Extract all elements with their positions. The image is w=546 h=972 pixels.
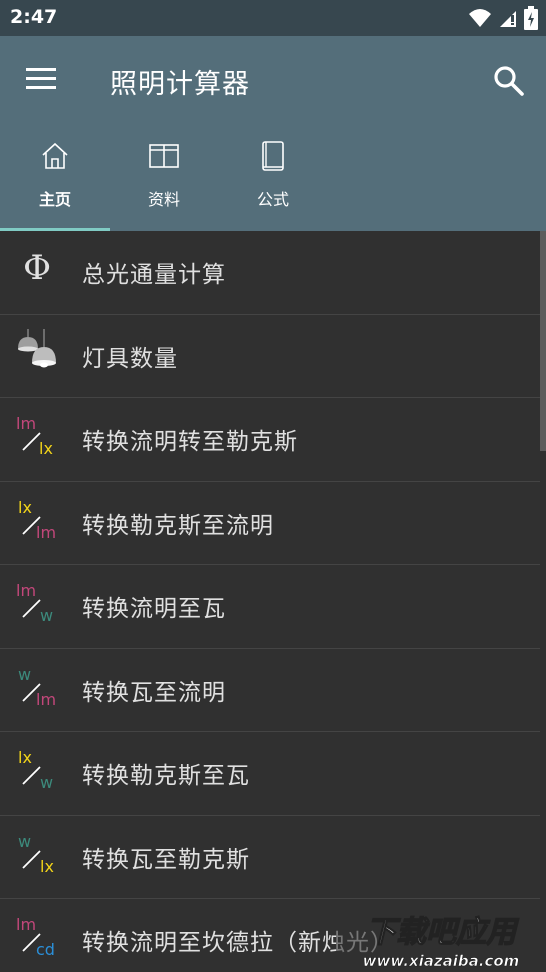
list-item-lx-to-lm[interactable]: lx lm 转换勒克斯至流明 [0,482,540,565]
search-icon[interactable] [492,64,526,98]
status-time: 2:47 [10,6,58,28]
list-item-label: 转换瓦至勒克斯 [82,846,250,873]
list-item-label: 总光通量计算 [82,262,226,289]
w-lm-icon: w lm [18,665,56,709]
lx-lm-icon: lx lm [18,498,56,542]
tab-formula-label: 公式 [256,190,289,209]
list-item-lm-to-lx[interactable]: lm lx 转换流明转至勒克斯 [0,398,540,482]
w-lx-icon: w lx [18,832,54,876]
svg-text:lx: lx [40,857,54,876]
tab-formula[interactable]: 公式 [218,130,328,231]
tab-data-label: 资料 [147,190,180,209]
table-icon [149,144,179,168]
svg-text:lm: lm [36,690,56,709]
status-icons [468,6,538,30]
tab-bar: 主页 资料 公式 [0,130,546,231]
list-item-fixture-count[interactable]: 灯具数量 [0,315,540,398]
list-item-label: 转换流明转至勒克斯 [82,429,298,456]
signal-icon [500,11,516,27]
svg-text:下载吧应用: 下载吧应用 [366,915,520,950]
list-item-label: 转换流明至瓦 [82,596,226,623]
lm-cd-icon: lm cd [16,915,55,959]
list-item-w-to-lx[interactable]: w lx 转换瓦至勒克斯 [0,816,540,899]
svg-text:lm: lm [16,915,36,934]
scrollbar[interactable] [540,231,546,451]
svg-text:lm: lm [16,414,36,433]
svg-text:w: w [40,606,53,625]
calculator-list: Φ 总光通量计算 灯具数量 lm lx 转换流明转至勒克斯 lx lm 转换勒克… [0,231,540,972]
status-bar: 2:47 [0,0,546,36]
svg-text:lm: lm [16,581,36,600]
watermark-logo: 下载吧应用 www.xiazaiba.com [336,910,546,972]
svg-text:lm: lm [36,523,56,542]
book-icon [262,141,284,171]
lx-w-icon: lx w [18,748,53,792]
phi-icon: Φ [23,248,51,288]
tab-home[interactable]: 主页 [0,130,110,231]
svg-text:lx: lx [39,439,53,458]
lamp-icon [18,328,56,367]
wifi-icon [469,9,491,27]
battery-icon [524,6,538,30]
tab-data[interactable]: 资料 [109,130,219,231]
app-title: 照明计算器 [110,69,250,100]
list-item-total-flux[interactable]: Φ 总光通量计算 [0,231,540,315]
tab-home-label: 主页 [38,190,71,209]
lm-w-icon: lm w [16,581,53,625]
svg-text:lx: lx [18,748,32,767]
list-item-w-to-lm[interactable]: w lm 转换瓦至流明 [0,649,540,732]
svg-text:w: w [18,665,31,684]
app-bar: 照明计算器 主页 资料 公式 [0,36,546,231]
svg-text:lx: lx [18,498,32,517]
list-item-label: 转换勒克斯至流明 [82,512,274,539]
lm-lx-icon: lm lx [16,414,53,458]
menu-button[interactable] [22,62,62,98]
menu-icon [26,68,56,71]
list-item-label: 转换瓦至流明 [82,679,226,706]
list-item-label: 转换勒克斯至瓦 [82,763,250,790]
svg-text:www.xiazaiba.com: www.xiazaiba.com [363,952,520,970]
list-item-lx-to-w[interactable]: lx w 转换勒克斯至瓦 [0,732,540,816]
list-item-lm-to-w[interactable]: lm w 转换流明至瓦 [0,565,540,649]
svg-text:w: w [18,832,31,851]
list-item-label: 灯具数量 [82,345,178,372]
svg-text:w: w [40,773,53,792]
home-icon [42,142,68,169]
svg-text:cd: cd [36,940,55,959]
